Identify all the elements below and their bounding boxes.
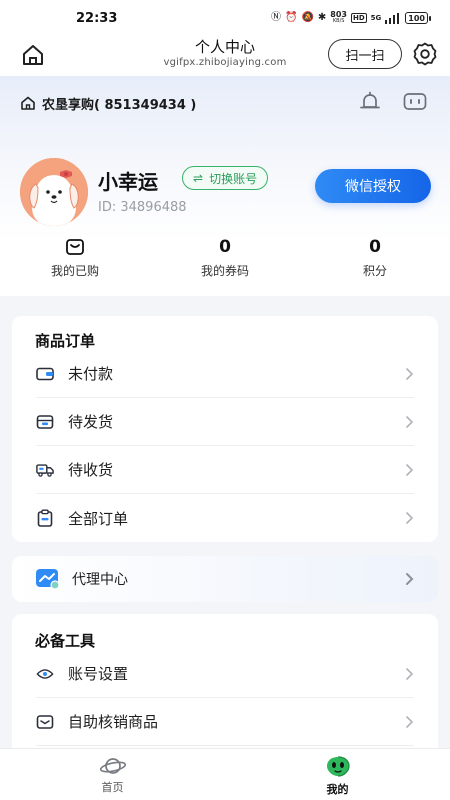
clipboard-icon xyxy=(36,509,54,527)
tools-title: 必备工具 xyxy=(35,632,96,650)
switch-account-label: 切换账号 xyxy=(209,171,258,186)
scan-button[interactable]: 扫一扫 xyxy=(328,39,402,69)
dog-avatar-icon xyxy=(20,158,88,226)
order-row-unpaid[interactable]: 未付款 xyxy=(36,350,414,398)
stat-coupons[interactable]: 0 我的券码 xyxy=(150,236,300,292)
swap-icon: ⇌ xyxy=(193,171,204,185)
order-row-label: 全部订单 xyxy=(68,509,129,528)
mute-icon: 🔕 xyxy=(301,12,314,23)
stat-coupons-label: 我的券码 xyxy=(200,264,249,278)
alarm-icon: ⏰ xyxy=(285,12,298,23)
nav-mine-label: 我的 xyxy=(326,783,349,796)
stat-purchased[interactable]: 我的已购 xyxy=(0,236,150,292)
order-row-label: 未付款 xyxy=(68,365,114,383)
stat-purchased-label: 我的已购 xyxy=(50,264,99,278)
truck-icon xyxy=(36,461,54,479)
tool-row-self-verify[interactable]: 自助核销商品 xyxy=(36,698,414,746)
orders-card: 商品订单 未付款 待发货 待收货 全部订单 xyxy=(12,316,438,542)
message-icon[interactable] xyxy=(402,90,428,114)
chevron-right-icon xyxy=(406,415,414,428)
store-row[interactable]: 农垦享购( 851349434 ) xyxy=(20,90,434,114)
tool-row-label: 账号设置 xyxy=(68,665,129,683)
status-icons: Ⓝ ⏰ 🔕 ✱ 803 KB/S HD 5G 100 xyxy=(271,10,431,25)
order-row-label: 待发货 xyxy=(68,413,114,431)
chevron-right-icon xyxy=(406,367,414,380)
tool-row-account-settings[interactable]: 账号设置 xyxy=(36,650,414,698)
agent-center-label: 代理中心 xyxy=(72,572,128,588)
status-time: 22:33 xyxy=(76,10,118,26)
orders-title: 商品订单 xyxy=(35,332,96,350)
store-name: 农垦享购( 851349434 ) xyxy=(42,97,197,113)
chevron-right-icon xyxy=(406,512,414,524)
tray-icon xyxy=(36,713,54,731)
stat-coupons-value: 0 xyxy=(219,237,231,257)
chevron-right-icon xyxy=(406,667,414,680)
profile-header: 农垦享购( 851349434 ) 小幸运 ⇌ 切换账号 ID: 3489648… xyxy=(0,76,450,296)
chevron-right-icon xyxy=(406,573,414,585)
order-row-to-ship[interactable]: 待发货 xyxy=(36,398,414,446)
tool-row-label: 自助核销商品 xyxy=(68,713,159,731)
tools-card: 必备工具 账号设置 自助核销商品 xyxy=(12,614,438,764)
order-row-to-receive[interactable]: 待收货 xyxy=(36,446,414,494)
signal-label: 5G xyxy=(370,14,382,22)
signal-icon xyxy=(385,12,400,24)
battery-indicator: 100 xyxy=(405,12,431,24)
user-id: ID: 34896488 xyxy=(98,200,187,215)
stat-points-label: 积分 xyxy=(362,264,387,278)
settings-gear-icon[interactable] xyxy=(412,41,438,67)
stats-row: 我的已购 0 我的券码 0 积分 xyxy=(0,236,450,292)
nav-home[interactable]: 首页 xyxy=(0,749,225,800)
bell-icon[interactable] xyxy=(358,90,382,114)
nav-home-label: 首页 xyxy=(101,781,124,794)
purchased-icon xyxy=(66,239,84,255)
nav-mine[interactable]: 我的 xyxy=(225,749,450,800)
store-home-icon xyxy=(21,96,35,110)
status-bar: 22:33 Ⓝ ⏰ 🔕 ✱ 803 KB/S HD 5G 100 xyxy=(0,0,450,36)
avatar[interactable] xyxy=(20,158,88,226)
network-speed: 803 KB/S xyxy=(330,10,347,25)
wallet-icon xyxy=(36,365,54,383)
stat-points-value: 0 xyxy=(369,237,381,257)
wechat-auth-button[interactable]: 微信授权 xyxy=(315,169,431,203)
agent-chart-icon xyxy=(36,569,60,590)
stat-points[interactable]: 0 积分 xyxy=(300,236,450,292)
agent-center-row[interactable]: 代理中心 xyxy=(12,556,438,602)
chevron-right-icon xyxy=(406,463,414,476)
bluetooth-icon: ✱ xyxy=(317,12,327,23)
order-row-label: 待收货 xyxy=(68,461,114,479)
bottom-nav: 首页 我的 xyxy=(0,748,450,800)
eye-icon xyxy=(36,665,54,683)
profile-page: 22:33 Ⓝ ⏰ 🔕 ✱ 803 KB/S HD 5G 100 个人中心 vg… xyxy=(0,0,450,800)
stat-purchased-value xyxy=(65,236,85,258)
alien-icon xyxy=(326,756,350,777)
hd-badge: HD xyxy=(351,13,367,23)
order-row-all[interactable]: 全部订单 xyxy=(36,494,414,542)
nfc-icon: Ⓝ xyxy=(271,12,281,23)
box-icon xyxy=(36,413,54,431)
chevron-right-icon xyxy=(406,715,414,728)
switch-account-button[interactable]: ⇌ 切换账号 xyxy=(182,166,269,190)
app-header: 个人中心 vgifpx.zhibojiaying.com 扫一扫 xyxy=(0,36,450,76)
user-name: 小幸运 xyxy=(98,170,158,194)
planet-icon xyxy=(99,758,126,774)
